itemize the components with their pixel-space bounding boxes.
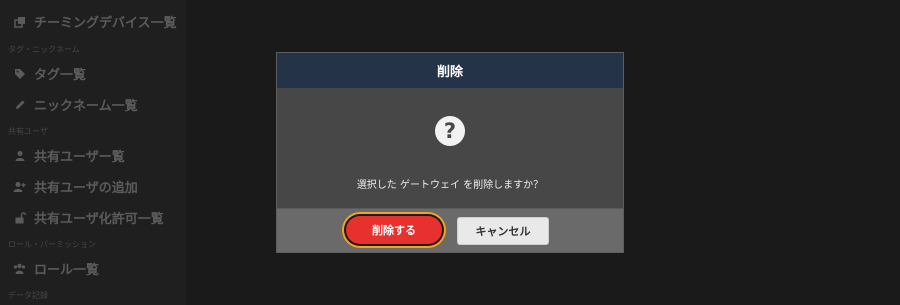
sidebar-item-label: ロール一覧 — [34, 263, 100, 278]
dialog-header: 削除 — [277, 53, 623, 88]
sidebar-item-label: 共有ユーザー覧 — [34, 150, 125, 165]
delete-button[interactable]: 削除する — [346, 216, 442, 244]
sidebar-section-data-records: データ記録 — [8, 291, 48, 300]
users-icon — [13, 262, 26, 275]
sidebar-item-label: 共有ユーザ化許可一覧 — [34, 212, 164, 227]
sidebar-item-label: ニックネーム一覧 — [34, 99, 138, 114]
dialog-body: ? 選択した ゲートウェイ を削除しますか？ — [277, 88, 623, 211]
sidebar-item-tags[interactable]: タグ一覧 — [13, 64, 86, 83]
question-icon: ? — [435, 116, 465, 146]
sidebar-section-roles: ロール・パーミッション — [8, 240, 96, 249]
sidebar-item-nicknames[interactable]: ニックネーム一覧 — [13, 95, 138, 114]
sidebar-item-teaming-devices[interactable]: チーミングデバイス一覧 — [13, 12, 177, 31]
dialog-message: 選択した ゲートウェイ を削除しますか？ — [356, 180, 544, 191]
sidebar-item-label: 共有ユーザの追加 — [34, 181, 138, 196]
tag-icon — [13, 67, 26, 80]
sidebar-item-label: タグ一覧 — [34, 68, 87, 83]
sidebar: チーミングデバイス一覧 タグ・ニックネーム タグ一覧 ニックネーム一覧 共有ユー… — [0, 0, 186, 305]
delete-dialog: 削除 ? 選択した ゲートウェイ を削除しますか？ 削除する キャンセル — [276, 52, 624, 253]
sidebar-item-shared-users[interactable]: 共有ユーザー覧 — [13, 146, 125, 165]
dialog-title: 削除 — [436, 64, 463, 80]
sidebar-item-shared-user-permissions[interactable]: 共有ユーザ化許可一覧 — [13, 208, 164, 227]
sidebar-item-label: チーミングデバイス一覧 — [34, 16, 177, 31]
sidebar-section-tags: タグ・ニックネーム — [8, 45, 80, 54]
user-icon — [13, 149, 26, 162]
pencil-icon — [13, 98, 26, 111]
dialog-footer: 削除する キャンセル — [277, 208, 623, 252]
clone-icon — [13, 15, 26, 28]
cancel-button[interactable]: キャンセル — [457, 217, 549, 245]
sidebar-item-roles[interactable]: ロール一覧 — [13, 259, 99, 278]
sidebar-item-add-shared-user[interactable]: 共有ユーザの追加 — [13, 177, 138, 196]
user-plus-icon — [13, 180, 26, 193]
unlock-icon — [13, 211, 26, 224]
sidebar-section-shared-users: 共有ユーザ — [8, 127, 48, 136]
